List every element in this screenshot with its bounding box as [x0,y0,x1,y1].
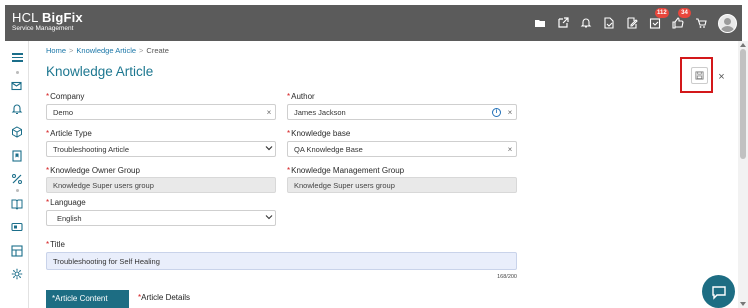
divider-dot [16,71,19,74]
divider-dot [16,189,19,192]
knowledge-base-field[interactable]: QA Knowledge Base × [287,141,517,157]
chat-button[interactable] [702,275,735,308]
title-input[interactable]: Troubleshooting for Self Healing [46,252,517,270]
ticket-icon[interactable] [10,220,24,234]
sidebar [5,41,29,308]
mail-settings-icon[interactable] [10,79,24,93]
menu-icon[interactable] [12,53,23,62]
folder-icon[interactable] [528,5,551,41]
breadcrumb-knowledge-article[interactable]: Knowledge Article [76,46,136,55]
gear-icon[interactable] [10,267,24,281]
page-title: Knowledge Article [46,64,154,79]
article-type-label: *Article Type [46,129,92,138]
page-scrollbar[interactable] [738,41,748,308]
author-label: *Author [287,92,315,101]
title-label: *Title [46,240,65,249]
bell-icon[interactable] [574,5,597,41]
approvals-icon[interactable]: 112 [643,5,669,41]
cart-icon[interactable] [689,5,712,41]
cube-icon[interactable] [10,125,24,139]
thumbs-up-icon[interactable]: 34 [666,5,691,41]
tab-article-details[interactable]: *Article Details [138,293,190,302]
brand-name-bold: BigFix [41,10,83,25]
article-type-select[interactable]: Troubleshooting Article [46,141,276,157]
top-icons: 112 34 [528,5,737,41]
chevron-down-icon [263,144,275,154]
knowledge-base-label: *Knowledge base [287,129,351,138]
company-field[interactable]: Demo × [46,104,276,120]
breadcrumb-current: Create [146,46,169,55]
brand-subtitle: Service Management [12,25,74,32]
scroll-thumb[interactable] [740,49,746,159]
avatar[interactable] [718,13,737,33]
owner-group-field: Knowledge Super users group [46,177,276,193]
chevron-down-icon [263,213,275,223]
breadcrumb-home[interactable]: Home [46,46,66,55]
close-button[interactable]: × [713,68,730,85]
title-char-counter: 168/200 [497,274,517,280]
scroll-up-arrow-icon[interactable] [740,43,746,47]
brand-logo[interactable]: HCL BigFix Service Management [12,11,83,33]
management-group-label: *Knowledge Management Group [287,166,405,175]
author-field[interactable]: James Jackson i × [287,104,517,120]
language-select[interactable]: English [46,210,276,226]
brand-name-light: HCL [12,10,42,25]
company-label: *Company [46,92,85,101]
external-link-icon[interactable] [551,5,574,41]
clear-knowledge-base-icon[interactable]: × [504,145,516,154]
bookmark-icon[interactable] [10,149,24,163]
owner-group-label: *Knowledge Owner Group [46,166,140,175]
language-label: *Language [46,198,86,207]
info-icon[interactable]: i [492,107,501,117]
management-group-field: Knowledge Super users group [287,177,517,193]
layout-icon[interactable] [10,244,24,258]
document-icon[interactable] [597,5,620,41]
clear-company-icon[interactable]: × [263,108,275,117]
clear-author-icon[interactable]: × [504,108,516,117]
breadcrumb: Home > Knowledge Article > Create [46,46,169,55]
top-bar: HCL BigFix Service Management 112 34 [5,5,742,41]
bell-icon[interactable] [10,102,24,116]
chat-icon [711,285,726,300]
edit-icon[interactable] [620,5,643,41]
tab-article-content[interactable]: *Article Content [46,290,129,308]
highlight-box [680,57,713,93]
book-icon[interactable] [10,197,24,211]
scroll-down-arrow-icon[interactable] [740,302,746,306]
percent-icon[interactable] [10,172,24,186]
